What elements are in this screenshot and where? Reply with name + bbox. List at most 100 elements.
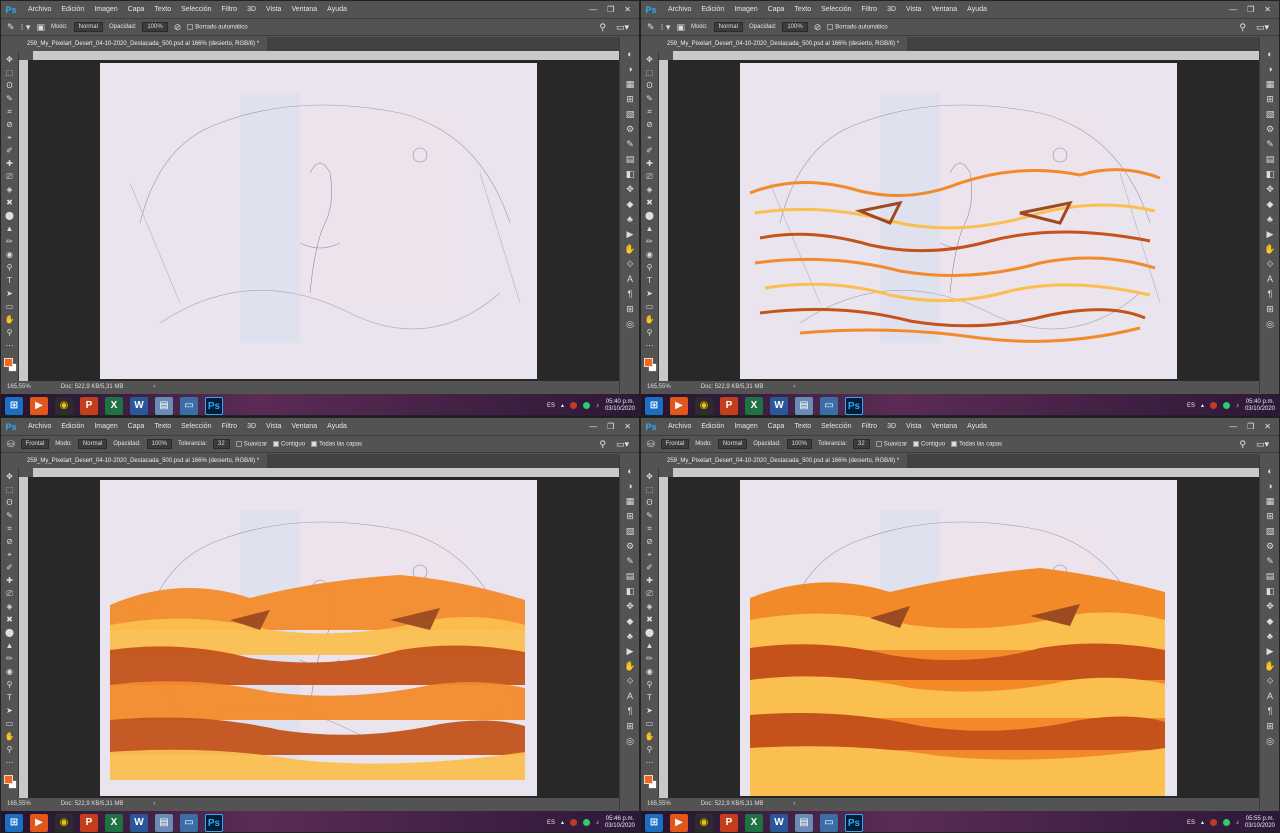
tool-icon[interactable]: ✐	[643, 561, 657, 574]
menu-item[interactable]: 3D	[882, 423, 901, 430]
panel-icon[interactable]: ⟐	[623, 257, 637, 271]
tool-icon[interactable]: ⚲	[3, 261, 17, 274]
tool-icon[interactable]: ⬤	[3, 626, 17, 639]
panel-icon[interactable]: ◑	[1263, 479, 1277, 493]
pencil-tool-icon[interactable]: ✎	[647, 22, 655, 33]
brush-panel-icon[interactable]: ▣	[36, 22, 45, 33]
tool-icon[interactable]: ▭	[643, 717, 657, 730]
menu-item[interactable]: Archivo	[23, 423, 56, 430]
opacity-field[interactable]: 100%	[786, 439, 812, 449]
contiguous-checkbox[interactable]	[273, 440, 280, 447]
status-arrow-icon[interactable]: ›	[153, 384, 155, 390]
canvas-area[interactable]	[668, 60, 1259, 381]
tool-icon[interactable]: ▲	[3, 222, 17, 235]
tool-icon[interactable]: ⎚	[643, 170, 657, 183]
tool-icon[interactable]: ⋯	[643, 756, 657, 769]
panel-icon[interactable]: ▦	[623, 494, 637, 508]
menu-item[interactable]: Ventana	[926, 6, 962, 13]
tool-icon[interactable]: ʘ	[643, 79, 657, 92]
mode-select[interactable]: Normal	[77, 439, 108, 449]
minimize-icon[interactable]: —	[589, 5, 597, 14]
panel-icon[interactable]: ◆	[1263, 197, 1277, 211]
tool-icon[interactable]: ⬤	[3, 209, 17, 222]
document-tab[interactable]: 259_My_Pixelart_Desert_04-10-2020_Destac…	[19, 454, 268, 468]
panel-icon[interactable]: ▤	[623, 569, 637, 583]
clock[interactable]: 05:40 p.m. 03/10/2020	[605, 399, 635, 413]
panel-icon[interactable]: ✥	[1263, 599, 1277, 613]
tool-icon[interactable]: ⎚	[3, 170, 17, 183]
close-icon[interactable]: ✕	[1264, 5, 1271, 14]
minimize-icon[interactable]: —	[589, 422, 597, 431]
tool-icon[interactable]: ⎚	[643, 587, 657, 600]
menu-item[interactable]: Archivo	[663, 423, 696, 430]
powerpoint-icon[interactable]: P	[720, 396, 738, 415]
zoom-level[interactable]: 165,55%	[647, 384, 671, 390]
panel-icon[interactable]: ▦	[1263, 77, 1277, 91]
panel-icon[interactable]: ▦	[623, 77, 637, 91]
tray-up-icon[interactable]: ▴	[1201, 819, 1204, 826]
menu-item[interactable]: 3D	[242, 423, 261, 430]
excel-icon[interactable]: X	[105, 396, 123, 415]
tool-icon[interactable]: ▲	[643, 222, 657, 235]
tool-icon[interactable]: ➤	[3, 704, 17, 717]
close-icon[interactable]: ✕	[624, 5, 631, 14]
opacity-field[interactable]: 100%	[782, 22, 808, 32]
photoshop-logo-icon[interactable]: Ps	[643, 3, 659, 17]
tool-icon[interactable]: ✖	[3, 613, 17, 626]
panel-icon[interactable]: ¶	[623, 704, 637, 718]
tool-icon[interactable]: ʘ	[643, 496, 657, 509]
menu-item[interactable]: Texto	[789, 423, 816, 430]
tool-icon[interactable]: ✋	[3, 730, 17, 743]
menu-item[interactable]: Selección	[176, 6, 216, 13]
tool-icon[interactable]: ʘ	[3, 496, 17, 509]
tool-icon[interactable]: ⌖	[643, 131, 657, 144]
panel-icon[interactable]: ✥	[623, 599, 637, 613]
photoshop-taskbar-icon[interactable]: Ps	[845, 813, 863, 832]
panel-icon[interactable]: ◎	[623, 734, 637, 748]
tray-app-icon[interactable]	[569, 402, 577, 409]
tolerance-field[interactable]: 32	[213, 439, 230, 449]
menu-item[interactable]: 3D	[242, 6, 261, 13]
menu-item[interactable]: Ventana	[926, 423, 962, 430]
document-tab[interactable]: 259_My_Pixelart_Desert_04-10-2020_Destac…	[659, 454, 908, 468]
tool-icon[interactable]: ⌗	[643, 522, 657, 535]
panel-icon[interactable]: ⊞	[1263, 302, 1277, 316]
tray-up-icon[interactable]: ▴	[1201, 402, 1204, 409]
canvas-area[interactable]	[28, 60, 619, 381]
panel-icon[interactable]: ♣	[1263, 212, 1277, 226]
menu-item[interactable]: Capa	[123, 423, 150, 430]
menu-item[interactable]: Capa	[763, 423, 790, 430]
panel-icon[interactable]: ▤	[1263, 569, 1277, 583]
language-indicator[interactable]: ES	[1187, 403, 1195, 409]
media-player-icon[interactable]: ▶	[670, 396, 688, 415]
panel-icon[interactable]: ¶	[1263, 704, 1277, 718]
explorer-icon[interactable]: ▭	[820, 396, 838, 415]
mode-select[interactable]: Normal	[73, 22, 103, 32]
panel-icon[interactable]: ◆	[623, 197, 637, 211]
word-icon[interactable]: W	[770, 813, 788, 832]
panel-icon[interactable]: ♣	[623, 629, 637, 643]
panel-icon[interactable]: ◎	[623, 317, 637, 331]
menu-item[interactable]: Filtro	[217, 423, 243, 430]
search-icon[interactable]: ⚲	[599, 22, 606, 33]
document-canvas[interactable]	[100, 63, 537, 379]
menu-item[interactable]: Edición	[56, 6, 89, 13]
menu-item[interactable]: Ayuda	[322, 423, 352, 430]
panel-icon[interactable]: ⚙	[623, 539, 637, 553]
tool-icon[interactable]: ⚲	[643, 678, 657, 691]
explorer-icon[interactable]: ▭	[820, 813, 838, 832]
start-windows-icon[interactable]: ⊞	[645, 396, 663, 415]
explorer-icon[interactable]: ▭	[180, 813, 198, 832]
minimize-icon[interactable]: —	[1229, 422, 1237, 431]
tool-icon[interactable]: ⊘	[643, 118, 657, 131]
smooth-checkbox[interactable]	[875, 440, 882, 447]
tool-icon[interactable]: ✎	[643, 92, 657, 105]
pressure-opacity-icon[interactable]: ⊘	[174, 22, 182, 33]
tool-icon[interactable]: ⊘	[3, 118, 17, 131]
menu-item[interactable]: Texto	[789, 6, 816, 13]
panel-icon[interactable]: ⊞	[623, 509, 637, 523]
workspace-icon[interactable]: ▭▾	[1256, 439, 1269, 450]
panel-icon[interactable]: ▶	[623, 644, 637, 658]
tool-icon[interactable]: ◈	[643, 183, 657, 196]
contiguous-checkbox[interactable]	[913, 440, 920, 447]
